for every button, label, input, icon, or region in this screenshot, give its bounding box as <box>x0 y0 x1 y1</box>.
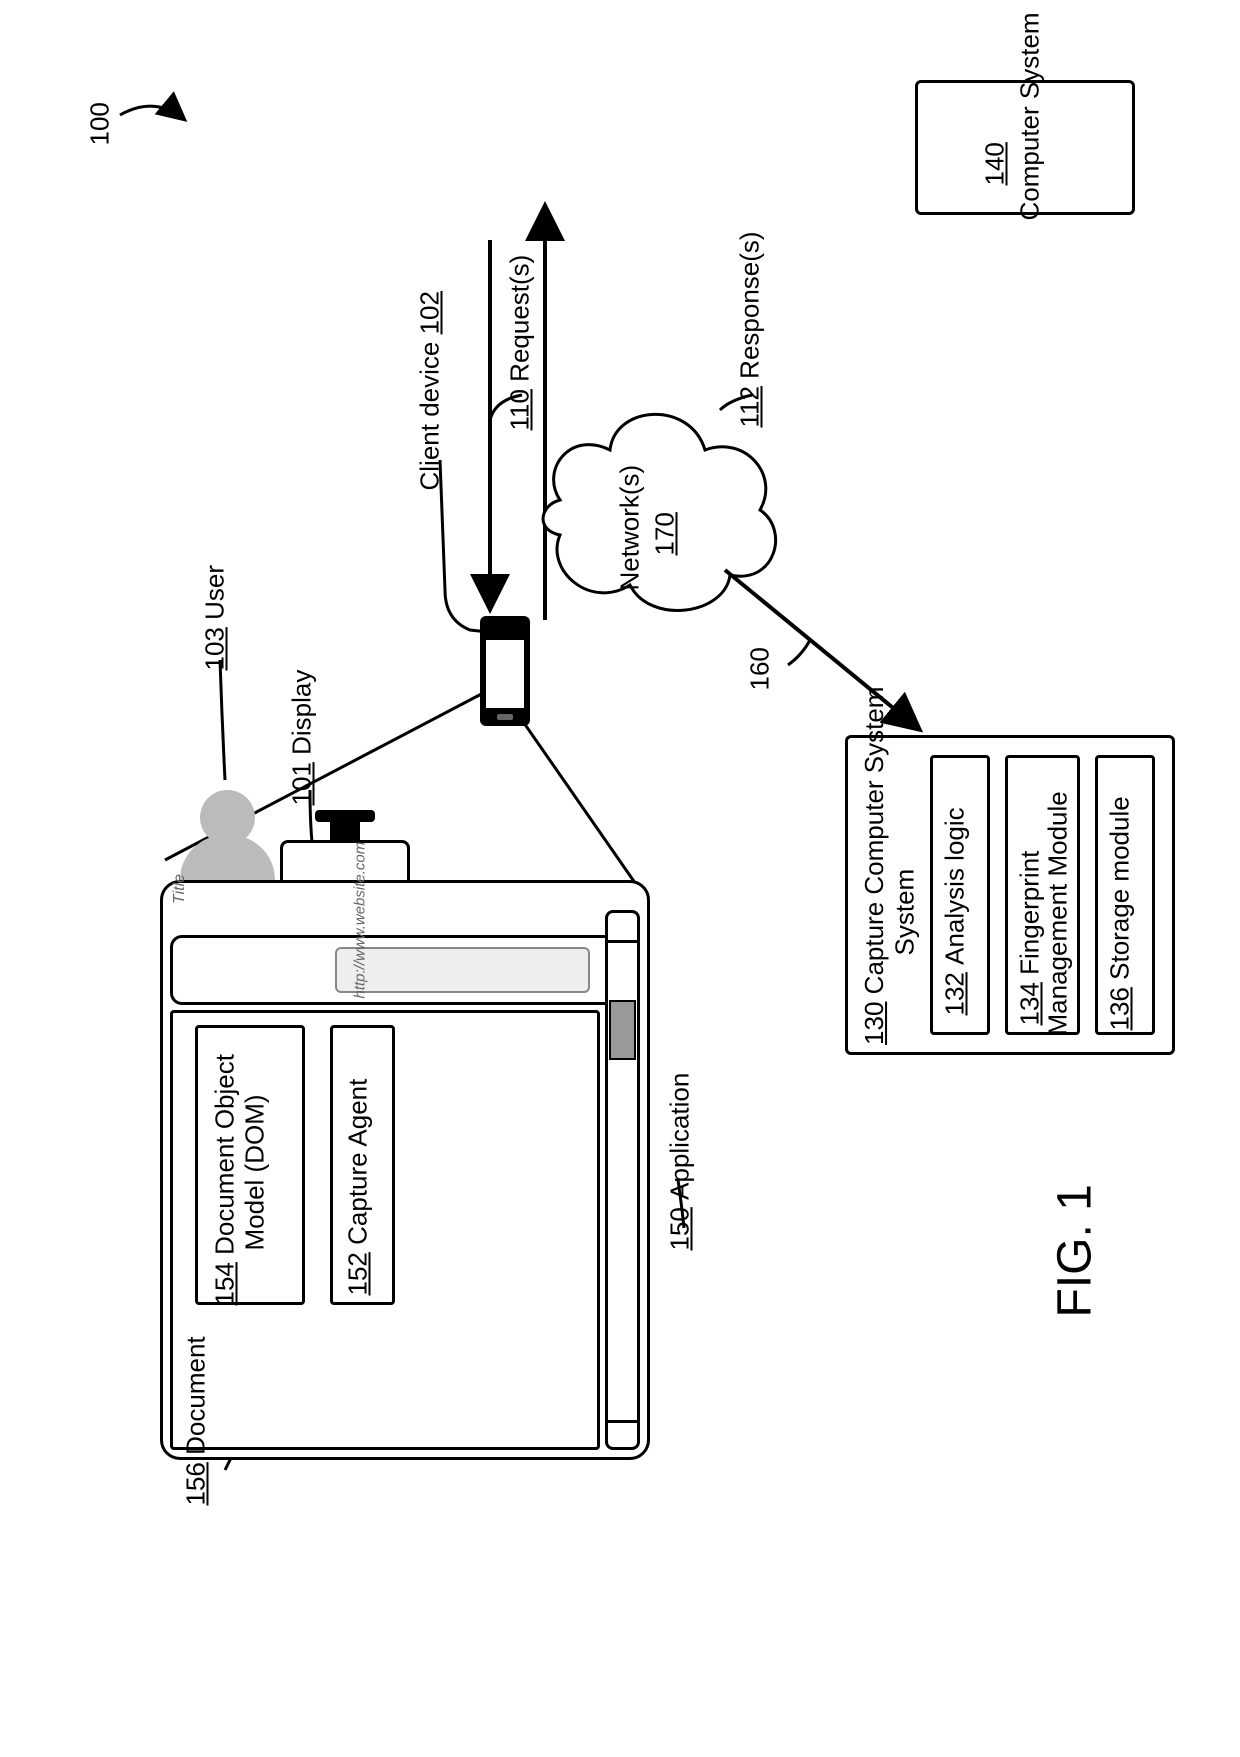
document-label: 156 Document <box>181 1336 212 1505</box>
user-label: 103 User <box>200 565 231 671</box>
computer-system-text: Computer System <box>1015 12 1046 220</box>
fingerprint-label-1: 134 Fingerprint <box>1015 851 1046 1026</box>
display-label: 101 Display <box>287 670 318 806</box>
phone-button <box>497 714 513 720</box>
scrollbar-track[interactable] <box>605 910 640 1450</box>
capture-link-label: 160 <box>745 647 776 690</box>
scroll-divider-bottom <box>608 1420 637 1423</box>
figure-title: FIG. 1 <box>1048 1184 1103 1317</box>
display-base <box>315 810 375 822</box>
capture-agent-label: 152 Capture Agent <box>343 1079 374 1296</box>
capture-system-label2: System <box>890 869 921 956</box>
responses-label: 112 Response(s) <box>735 231 766 427</box>
networks-ref: 170 <box>650 512 681 555</box>
networks-label: Network(s) <box>615 465 646 591</box>
dom-label-1: 154 Document Object <box>210 1054 241 1305</box>
dom-label-2: Model (DOM) <box>240 1094 271 1250</box>
address-url: http://www.website.com <box>352 842 369 999</box>
browser-title: Title <box>171 874 189 904</box>
computer-system-ref: 140 <box>980 142 1011 185</box>
capture-system-label: 130 Capture Computer System <box>860 687 890 1045</box>
scroll-divider-top <box>608 940 637 943</box>
display-stand <box>330 820 360 842</box>
figure-ref-100: 100 <box>85 102 116 145</box>
fingerprint-label-2: Management Module <box>1043 791 1074 1035</box>
storage-label: 136 Storage module <box>1105 796 1136 1030</box>
client-device-label: Client device 102 <box>415 291 446 490</box>
application-label: 150 Application <box>665 1073 696 1251</box>
analysis-logic-label: 132 Analysis logic <box>940 807 971 1015</box>
client-device-screen <box>486 640 524 708</box>
requests-label: 110 Request(s) <box>505 255 536 431</box>
address-bar[interactable] <box>335 947 590 993</box>
scrollbar-thumb[interactable] <box>609 1000 636 1060</box>
